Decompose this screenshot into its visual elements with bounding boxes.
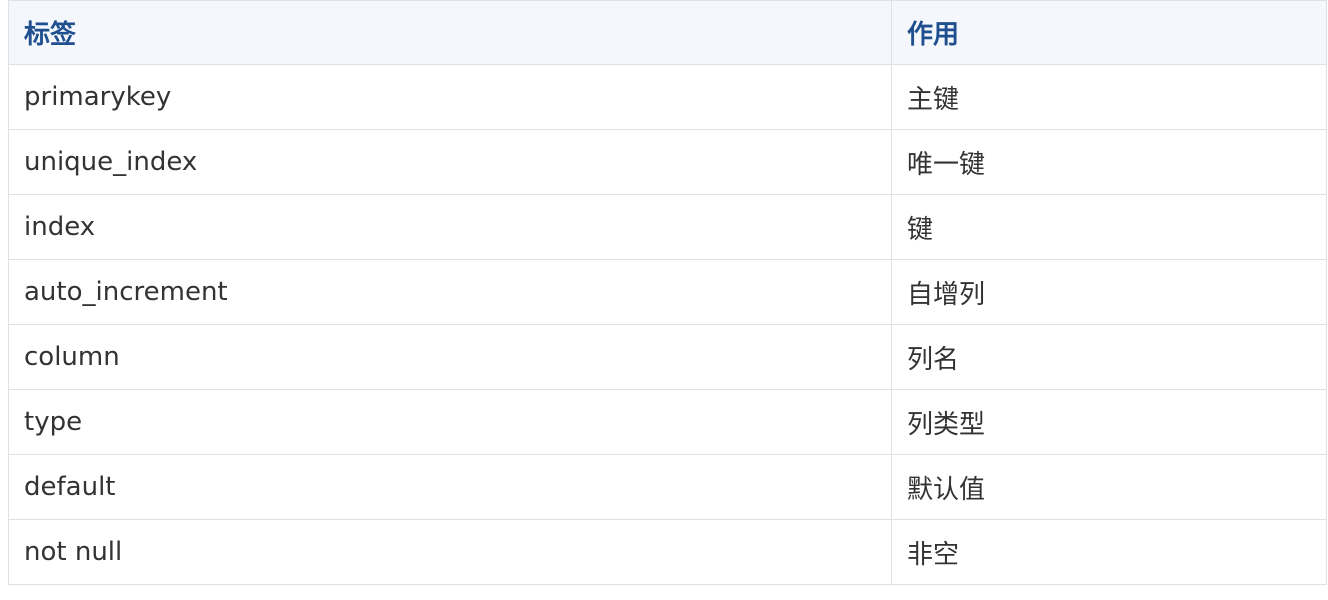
cell-tag: unique_index <box>8 129 892 195</box>
cell-tag: index <box>8 194 892 260</box>
cell-purpose: 列类型 <box>891 389 1327 455</box>
cell-tag: primarykey <box>8 64 892 130</box>
cell-purpose: 非空 <box>891 519 1327 585</box>
table-row: index 键 <box>8 194 1327 260</box>
table-row: column 列名 <box>8 324 1327 390</box>
cell-tag: column <box>8 324 892 390</box>
cell-purpose: 键 <box>891 194 1327 260</box>
table-row: unique_index 唯一键 <box>8 129 1327 195</box>
header-row: 标签 作用 <box>8 0 1327 65</box>
cell-purpose: 自增列 <box>891 259 1327 325</box>
cell-purpose: 唯一键 <box>891 129 1327 195</box>
table-row: not null 非空 <box>8 519 1327 585</box>
header-tag: 标签 <box>8 0 892 65</box>
tag-table: 标签 作用 primarykey 主键 unique_index 唯一键 ind… <box>8 0 1327 585</box>
cell-purpose: 默认值 <box>891 454 1327 520</box>
cell-tag: default <box>8 454 892 520</box>
table-header: 标签 作用 <box>8 0 1327 65</box>
table-row: type 列类型 <box>8 389 1327 455</box>
cell-tag: not null <box>8 519 892 585</box>
cell-tag: type <box>8 389 892 455</box>
table-row: default 默认值 <box>8 454 1327 520</box>
header-purpose: 作用 <box>891 0 1327 65</box>
table-row: auto_increment 自增列 <box>8 259 1327 325</box>
table-row: primarykey 主键 <box>8 64 1327 130</box>
cell-purpose: 列名 <box>891 324 1327 390</box>
cell-purpose: 主键 <box>891 64 1327 130</box>
table-body: primarykey 主键 unique_index 唯一键 index 键 a… <box>8 64 1327 585</box>
tag-table-container: 标签 作用 primarykey 主键 unique_index 唯一键 ind… <box>8 0 1327 585</box>
cell-tag: auto_increment <box>8 259 892 325</box>
